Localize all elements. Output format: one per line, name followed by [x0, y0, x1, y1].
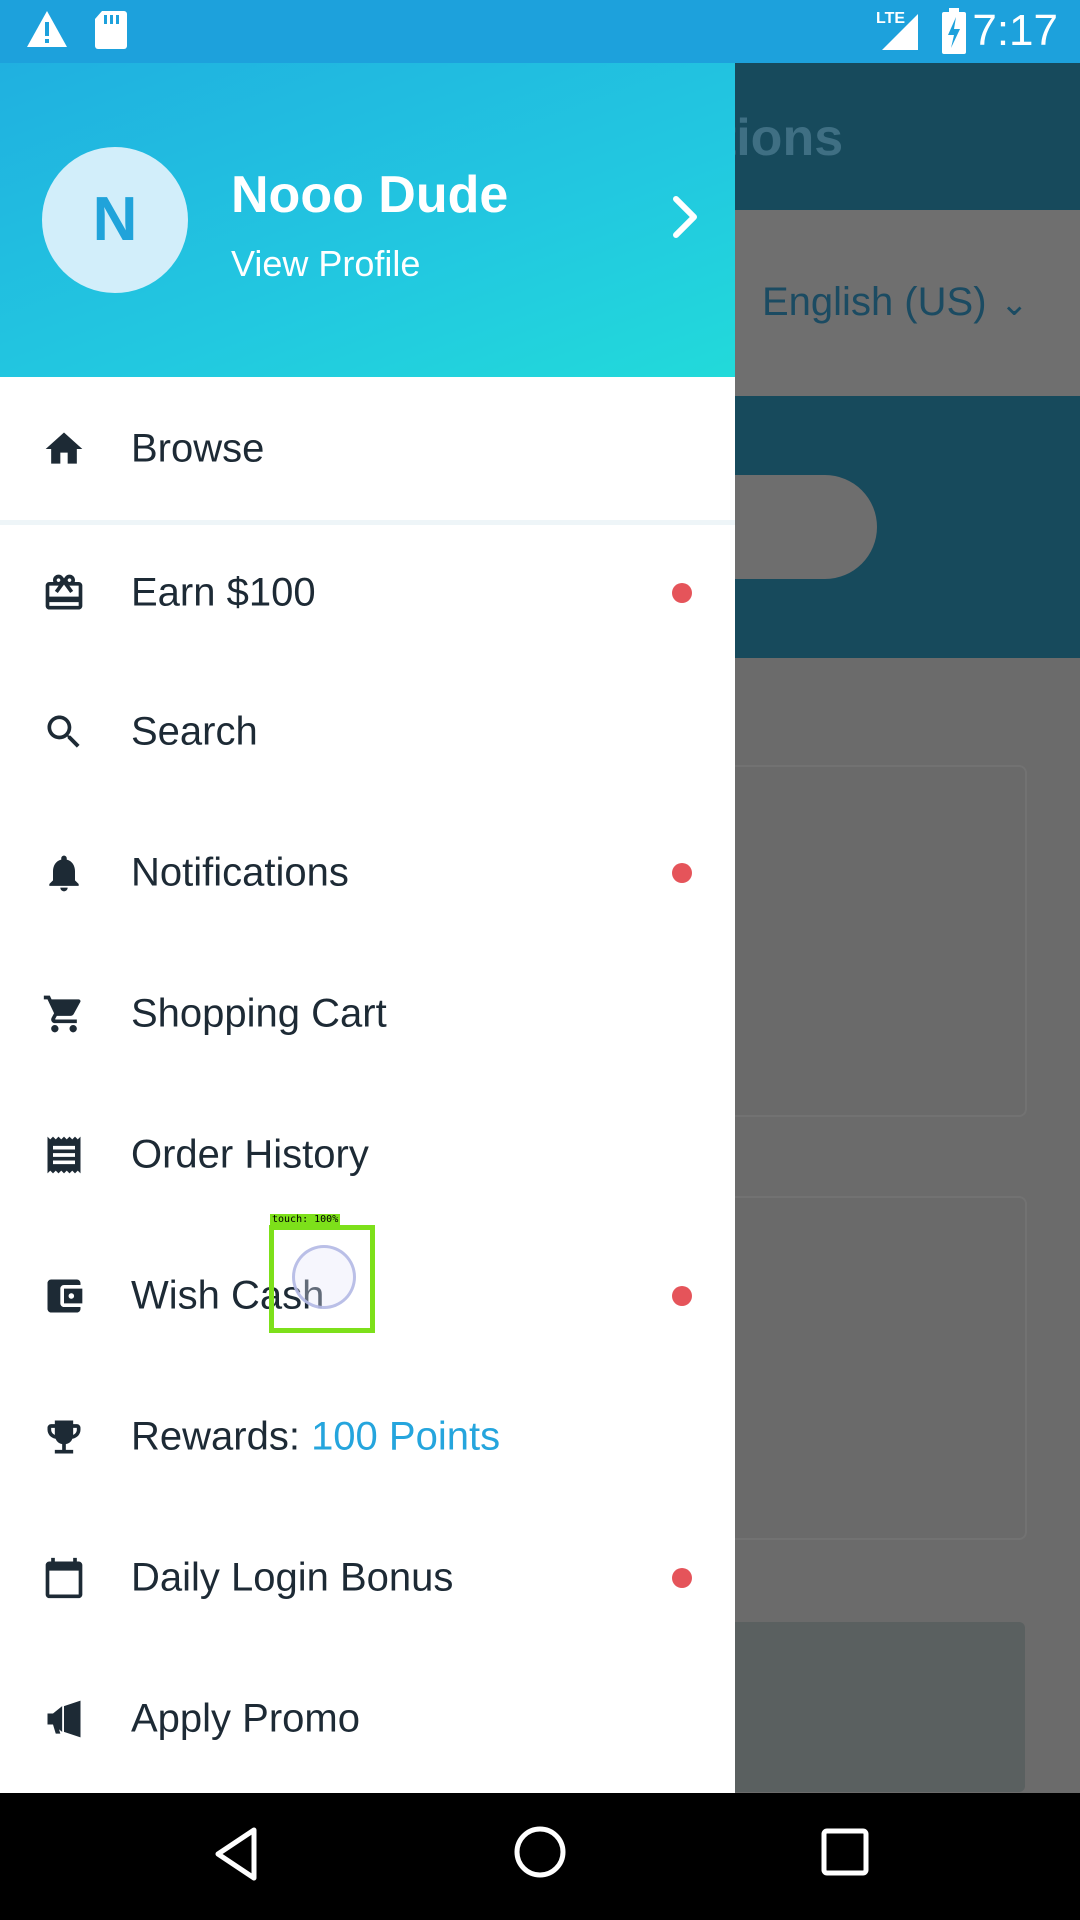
lte-signal-icon — [882, 14, 918, 50]
warning-icon — [27, 11, 67, 47]
touch-ripple — [292, 1245, 356, 1309]
cart-icon — [43, 995, 81, 1032]
menu-item-label: Search — [131, 709, 258, 753]
avatar[interactable]: N — [42, 147, 188, 293]
profile-name: Nooo Dude — [231, 166, 509, 224]
background-card — [700, 1196, 1027, 1540]
menu-item-daily-login-bonus[interactable]: Daily Login Bonus — [0, 1507, 735, 1648]
background-card — [700, 765, 1027, 1117]
status-bar: LTE 7:17 — [0, 0, 1080, 63]
back-icon[interactable] — [212, 1826, 260, 1882]
gift-icon — [45, 574, 83, 609]
clock: 7:17 — [972, 6, 1058, 55]
menu-item-label: Order History — [131, 1132, 369, 1176]
profile-header[interactable]: N Nooo Dude View Profile — [0, 63, 735, 377]
menu-item-order-history[interactable]: Order History — [0, 1084, 735, 1225]
menu-item-label: Apply Promo — [131, 1696, 360, 1740]
navigation-drawer: N Nooo Dude View Profile Browse Earn $10… — [0, 63, 735, 1793]
notification-dot — [672, 582, 692, 603]
notification-dot — [672, 1285, 692, 1306]
rewards-points: 100 Points — [311, 1414, 501, 1458]
menu-item-earn[interactable]: Earn $100 — [0, 522, 735, 663]
notification-dot — [672, 1567, 692, 1588]
language-selector: English (US) — [762, 280, 987, 324]
search-icon — [47, 715, 80, 748]
wallet-icon — [47, 1279, 83, 1312]
megaphone-icon — [47, 1700, 81, 1737]
chevron-right-icon[interactable] — [668, 193, 704, 241]
menu-item-notifications[interactable]: Notifications — [0, 802, 735, 943]
home-icon — [45, 432, 83, 464]
battery-charging-icon — [942, 8, 966, 54]
menu-item-label: Daily Login Bonus — [131, 1555, 454, 1599]
menu-item-shopping-cart[interactable]: Shopping Cart — [0, 943, 735, 1084]
menu-item-label: Rewards: 100 Points — [131, 1414, 500, 1459]
recents-icon[interactable] — [820, 1827, 870, 1877]
menu-item-label: Notifications — [131, 850, 349, 894]
view-profile-link[interactable]: View Profile — [231, 243, 420, 285]
trophy-icon — [47, 1420, 81, 1453]
bell-icon — [49, 855, 79, 891]
menu-item-browse[interactable]: Browse — [0, 378, 735, 519]
background-card — [700, 1622, 1025, 1792]
menu-item-apply-promo[interactable]: Apply Promo — [0, 1648, 735, 1789]
menu-item-label: Browse — [131, 426, 265, 470]
calendar-icon — [45, 1557, 83, 1598]
menu-item-label: Earn $100 — [131, 570, 316, 614]
menu-item-label: Shopping Cart — [131, 991, 387, 1035]
system-nav-bar — [0, 1793, 1080, 1920]
chevron-down-icon: ⌄ — [1000, 285, 1029, 323]
home-circle-icon[interactable] — [512, 1824, 568, 1880]
sd-card-icon — [95, 11, 127, 49]
menu-item-search[interactable]: Search — [0, 661, 735, 802]
rewards-label: Rewards: — [131, 1414, 312, 1458]
receipt-icon — [47, 1136, 81, 1173]
menu-item-rewards[interactable]: Rewards: 100 Points — [0, 1366, 735, 1507]
notification-dot — [672, 862, 692, 883]
